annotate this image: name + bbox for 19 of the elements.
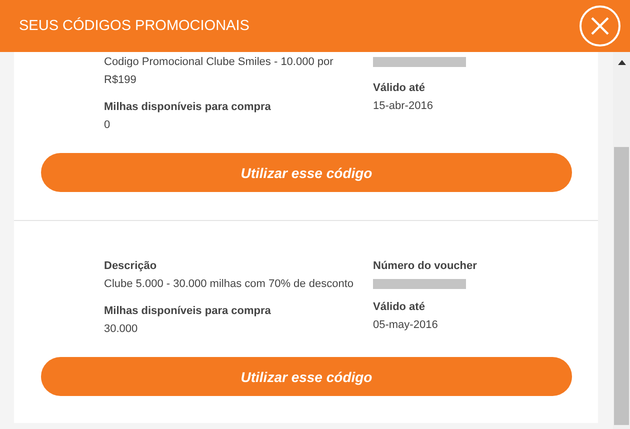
use-code-button[interactable]: Utilizar esse código bbox=[41, 153, 572, 192]
miles-label: Milhas disponíveis para compra bbox=[104, 304, 272, 319]
close-icon[interactable] bbox=[579, 5, 621, 47]
valid-date: 15-abr-2016 bbox=[373, 99, 434, 114]
miles-value: 0 bbox=[104, 118, 112, 133]
description-text: Clube 5.000 - 30.000 milhas com 70% de desconto bbox=[104, 277, 354, 292]
description-label: Descrição bbox=[104, 259, 158, 274]
scroll-up-icon[interactable] bbox=[618, 60, 626, 65]
modal-title: SEUS CÓDIGOS PROMOCIONAIS bbox=[19, 18, 250, 34]
miles-label: Milhas disponíveis para compra bbox=[104, 100, 272, 115]
scrollbar[interactable] bbox=[613, 52, 630, 429]
valid-label: Válido até bbox=[373, 81, 426, 96]
miles-value: 30.000 bbox=[104, 322, 139, 337]
voucher-label: Número do voucher bbox=[373, 259, 478, 274]
valid-date: 05-may-2016 bbox=[373, 318, 439, 333]
description-text: Codigo Promocional Clube Smiles - 10.000 por R$199 bbox=[104, 55, 334, 88]
valid-label: Válido até bbox=[373, 300, 426, 315]
use-code-button[interactable]: Utilizar esse código bbox=[41, 357, 572, 396]
scroll-thumb[interactable] bbox=[614, 147, 630, 425]
